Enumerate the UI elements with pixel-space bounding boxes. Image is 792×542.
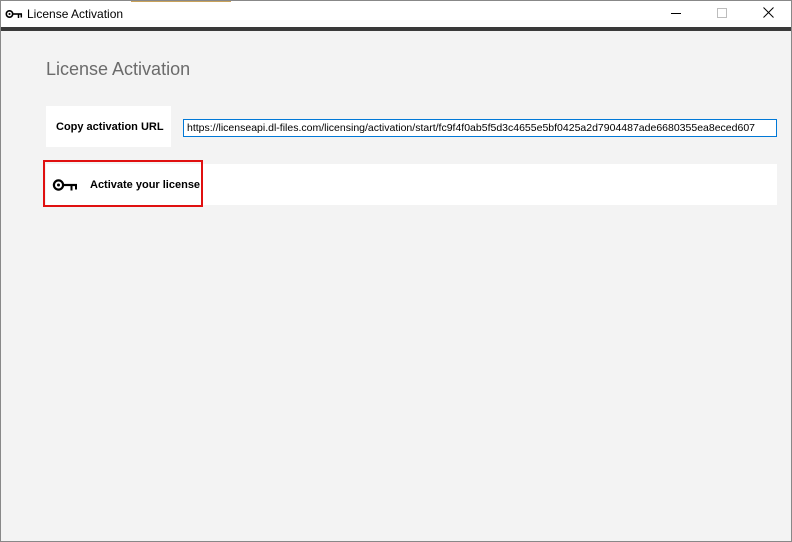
maximize-button[interactable] xyxy=(699,1,745,27)
close-icon xyxy=(762,5,774,23)
activate-license-label: Activate your license xyxy=(90,178,201,191)
key-icon xyxy=(4,7,24,21)
minimize-icon xyxy=(671,5,681,23)
window-controls xyxy=(653,1,791,27)
title-accent-line xyxy=(131,1,231,2)
title-bar[interactable]: License Activation xyxy=(1,1,791,27)
key-icon xyxy=(52,177,78,193)
window-title: License Activation xyxy=(27,7,124,21)
minimize-button[interactable] xyxy=(653,1,699,27)
page-title: License Activation xyxy=(46,59,191,79)
license-activation-window: License Activation License Activation Co… xyxy=(0,0,792,542)
activation-url-field[interactable] xyxy=(183,119,777,137)
maximize-icon xyxy=(717,5,727,23)
content-area: License Activation Copy activation URL A… xyxy=(1,31,791,541)
close-button[interactable] xyxy=(745,1,791,27)
activate-license-button[interactable]: Activate your license xyxy=(46,164,201,205)
copy-activation-url-button[interactable]: Copy activation URL xyxy=(46,106,171,147)
